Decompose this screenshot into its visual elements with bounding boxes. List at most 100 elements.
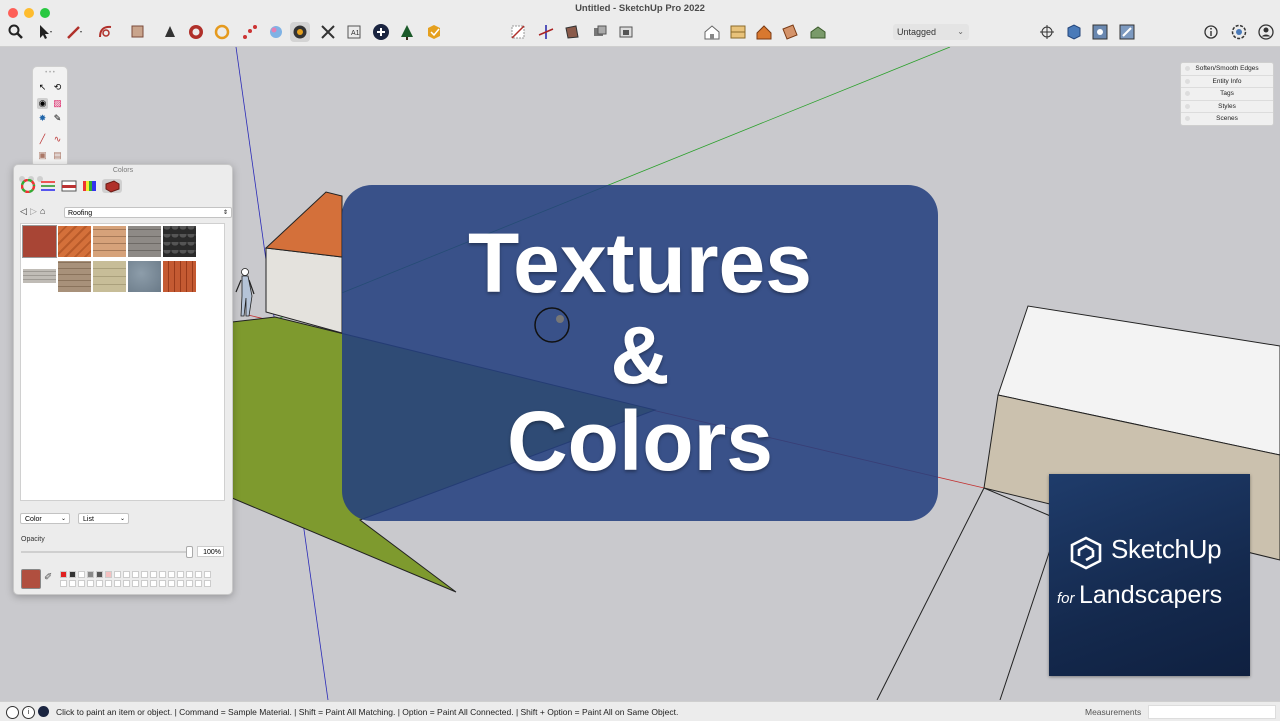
recent-color-cell[interactable] [150,580,157,587]
push-pull-icon[interactable] [128,22,148,42]
rotated-rectangle-icon[interactable]: ▤ [52,150,63,161]
swatch-roofing-orange-tile[interactable] [58,226,91,257]
paint-tool-active-icon[interactable] [290,22,310,42]
recent-color-cell[interactable] [186,580,193,587]
recent-color-cell[interactable] [195,580,202,587]
text-icon[interactable]: A1 [344,22,364,42]
zoom-extents-icon[interactable] [318,22,338,42]
crosshair-icon[interactable] [1037,22,1057,42]
tray-soften-edges[interactable]: Soften/Smooth Edges [1181,63,1273,76]
line-icon[interactable]: ╱ [37,134,48,145]
recent-color-cell[interactable] [69,571,76,578]
opacity-slider-knob[interactable] [186,546,193,558]
tray-entity-info[interactable]: Entity Info [1181,76,1273,88]
lasso-tool-icon[interactable]: ⟲ [52,82,63,93]
credits-icon[interactable]: i [22,706,35,719]
rectangle-icon[interactable]: ▣ [37,150,48,161]
search-icon[interactable] [6,22,26,42]
tray-scenes[interactable]: Scenes [1181,113,1273,125]
position-camera-icon[interactable] [590,22,610,42]
swatch-roofing-scallop-dark[interactable] [163,226,196,257]
recent-color-cell[interactable] [177,580,184,587]
recent-color-cell[interactable] [168,580,175,587]
recent-color-cell[interactable] [78,580,85,587]
swatch-roofing-brown-shingle[interactable] [58,261,91,292]
home-icon[interactable]: ⌂ [40,206,45,216]
shapes-icon[interactable] [96,22,116,42]
recent-color-cell[interactable] [195,571,202,578]
recent-color-cell[interactable] [186,571,193,578]
instructor-icon[interactable] [38,706,49,717]
recent-color-cell[interactable] [60,580,67,587]
freehand-icon[interactable]: ∿ [52,134,63,145]
axes-icon[interactable] [536,22,556,42]
swatch-roofing-blue-slate[interactable] [128,261,161,292]
pan-icon[interactable] [240,22,260,42]
recent-color-cell[interactable] [114,580,121,587]
section-plane-icon[interactable] [508,22,528,42]
recent-color-cell[interactable] [87,571,94,578]
recent-color-cell[interactable] [78,571,85,578]
pencil-tool-icon[interactable]: ✎ [52,113,63,124]
add-icon[interactable] [371,22,391,42]
back-arrow-icon[interactable]: ◁ [20,206,27,217]
opacity-slider-track[interactable] [21,551,191,553]
opacity-value-field[interactable]: 100% [197,546,224,557]
eyedropper-icon[interactable]: ✐ [44,572,52,583]
recent-color-cell[interactable] [159,580,166,587]
recent-color-cell[interactable] [204,580,211,587]
recent-color-cell[interactable] [150,571,157,578]
view-select[interactable]: List ⌄ [78,513,129,524]
swatch-roofing-light-gray[interactable] [23,269,56,283]
recent-color-cell[interactable] [123,571,130,578]
recent-color-cell[interactable] [132,571,139,578]
materials-icon[interactable] [102,179,122,193]
recent-color-cell[interactable] [60,571,67,578]
library-select[interactable]: Roofing ⇕ [64,207,232,218]
recent-color-cell[interactable] [177,571,184,578]
recent-color-cell[interactable] [123,580,130,587]
eraser-tool-icon[interactable]: ▨ [52,98,63,109]
paint-tool-icon[interactable]: ◉ [37,98,48,109]
component-icon[interactable] [1064,22,1084,42]
select-arrow-icon[interactable] [34,22,54,42]
recent-color-cell[interactable] [96,580,103,587]
recent-color-cell[interactable] [105,580,112,587]
iso-view-icon[interactable] [702,22,722,42]
select-tool-icon[interactable]: ↖ [37,82,48,93]
recent-color-cell[interactable] [105,571,112,578]
solid-tools-icon[interactable] [1090,22,1110,42]
recent-color-cell[interactable] [159,571,166,578]
tray-tags[interactable]: Tags [1181,88,1273,101]
forward-arrow-icon[interactable]: ▷ [30,206,37,217]
front-view-icon[interactable] [754,22,774,42]
swatch-roofing-terracotta[interactable] [163,261,196,292]
right-view-icon[interactable] [780,22,800,42]
color-palettes-icon[interactable] [61,179,77,193]
recent-color-cell[interactable] [132,580,139,587]
recent-color-cell[interactable] [204,571,211,578]
tag-tool-icon[interactable]: ✸ [37,113,48,124]
3d-warehouse-icon[interactable] [397,22,417,42]
outer-shell-icon[interactable] [1117,22,1137,42]
image-palettes-icon[interactable] [82,179,98,193]
tags-dropdown[interactable]: Untagged ⌄ [893,24,969,40]
recent-color-cell[interactable] [168,571,175,578]
settings-icon[interactable] [1229,22,1249,42]
swatch-roofing-beige-slate[interactable] [93,261,126,292]
styles-icon[interactable] [266,22,286,42]
line-tool-icon[interactable] [64,22,84,42]
swatch-roofing-slate-gray[interactable] [128,226,161,257]
recent-color-cell[interactable] [69,580,76,587]
info-icon[interactable] [1201,22,1221,42]
recent-color-cell[interactable] [96,571,103,578]
walk-icon[interactable] [616,22,636,42]
paint-face-icon[interactable] [562,22,582,42]
account-icon[interactable] [1256,22,1276,42]
recent-color-cell[interactable] [141,571,148,578]
back-view-icon[interactable] [808,22,828,42]
current-color-swatch[interactable] [21,569,41,589]
tray-styles[interactable]: Styles [1181,101,1273,113]
orbit-icon[interactable] [212,22,232,42]
eraser-icon[interactable] [160,22,180,42]
